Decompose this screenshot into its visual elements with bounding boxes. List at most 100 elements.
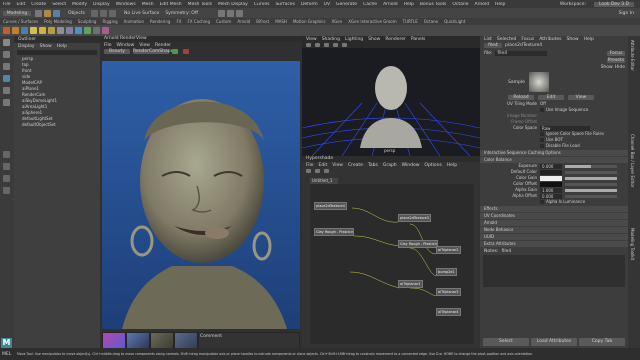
volume-icon[interactable]: [93, 27, 100, 34]
render-icon[interactable]: [3, 27, 10, 34]
alpha-offset-slider[interactable]: [565, 194, 617, 198]
side-tab[interactable]: Attribute Editor: [630, 40, 635, 130]
layout-single-icon[interactable]: [3, 151, 10, 158]
menu-item[interactable]: Display: [93, 2, 110, 7]
hypershade-menu-item[interactable]: Tabs: [368, 163, 378, 168]
shader-node[interactable]: aiTriplanar3: [436, 288, 461, 296]
smooth-shade-icon[interactable]: [315, 43, 320, 47]
snap-grid-icon[interactable]: [91, 9, 99, 17]
light-portal-icon[interactable]: [66, 27, 73, 34]
viewport-menu-item[interactable]: Panels: [411, 37, 425, 42]
paint-select-icon[interactable]: [3, 63, 10, 70]
menu-item[interactable]: Mesh Display: [218, 2, 248, 7]
hypershade-menu-item[interactable]: Create: [348, 163, 363, 168]
tab-place2dtexture[interactable]: place2dTexture4: [505, 43, 545, 48]
load-attributes-button[interactable]: Load Attributes: [531, 338, 577, 346]
textured-icon[interactable]: [324, 43, 329, 47]
edit-button[interactable]: Edit: [538, 94, 564, 100]
play-icon[interactable]: [172, 49, 178, 54]
color-offset-swatch[interactable]: [540, 181, 562, 187]
render-settings-icon[interactable]: [235, 9, 243, 17]
shelf-tab[interactable]: Rendering: [150, 19, 170, 24]
shelf-tab[interactable]: XGen Interactive Groom: [348, 19, 396, 24]
attr-menu-item[interactable]: Focus: [521, 37, 534, 42]
save-scene-icon[interactable]: [53, 9, 60, 17]
color-gain-slider[interactable]: [565, 176, 617, 180]
workspace-dropdown[interactable]: Look Dev 3 D: [594, 1, 634, 7]
shader-node[interactable]: aiTriplanar1: [398, 280, 423, 288]
viewport-menu-item[interactable]: Lighting: [345, 37, 363, 42]
shelf-tab[interactable]: Sculpting: [78, 19, 97, 24]
graph-icon[interactable]: [306, 169, 311, 173]
clear-graph-icon[interactable]: [315, 169, 320, 173]
outliner-menu-item[interactable]: Display: [18, 44, 35, 49]
select-tool-icon[interactable]: [3, 39, 10, 46]
viewport-menu-item[interactable]: Renderer: [385, 37, 406, 42]
default-color-swatch[interactable]: [540, 169, 562, 175]
section-extra[interactable]: Extra Attributes: [480, 241, 628, 247]
shelf-tab[interactable]: FX: [176, 19, 181, 24]
snap-point-icon[interactable]: [109, 9, 117, 17]
menu-item[interactable]: Edit Mesh: [160, 2, 182, 7]
objects-label[interactable]: Objects: [68, 11, 85, 16]
outliner-menu-item[interactable]: Show: [40, 44, 52, 49]
shelf-tab[interactable]: XGen: [331, 19, 342, 24]
attr-menu-item[interactable]: Attributes: [539, 37, 561, 42]
shelf-tab[interactable]: Bifrost: [256, 19, 269, 24]
shadows-icon[interactable]: [342, 43, 347, 47]
select-button[interactable]: Select: [483, 338, 529, 346]
layout-four-icon[interactable]: [3, 163, 10, 170]
mesh-light-icon[interactable]: [48, 27, 55, 34]
rearrange-icon[interactable]: [324, 169, 329, 173]
layout-outliner-icon[interactable]: [3, 187, 10, 194]
disable-load-checkbox[interactable]: [540, 144, 544, 148]
shelf-tab[interactable]: Motion Graphics: [293, 19, 326, 24]
menu-item[interactable]: Generate: [336, 2, 357, 7]
outliner-menu-item[interactable]: Help: [57, 44, 67, 49]
menu-item[interactable]: Edit: [17, 2, 26, 7]
hypershade-menu-item[interactable]: Graph: [383, 163, 397, 168]
arnold-menu-item[interactable]: File: [104, 43, 112, 48]
menu-item[interactable]: Arnold: [474, 2, 489, 7]
menu-item[interactable]: Help: [404, 2, 414, 7]
focus-button[interactable]: Focus: [607, 50, 625, 56]
viewport-scene[interactable]: persp: [301, 48, 481, 157]
shelf-tab[interactable]: Arnold: [237, 19, 250, 24]
aov-dropdown[interactable]: Beauty: [104, 49, 130, 54]
camera-dropdown[interactable]: RenderCamShape: [133, 49, 173, 54]
section-arnold[interactable]: Arnold: [480, 220, 628, 226]
menu-item[interactable]: Arnold: [383, 2, 398, 7]
shader-node[interactable]: place2dTexture4: [314, 202, 347, 210]
new-scene-icon[interactable]: [35, 9, 42, 17]
hypershade-menu-item[interactable]: File: [306, 163, 314, 168]
node-graph[interactable]: place2dTexture4 Clay Rough - Plasticine C…: [310, 184, 474, 344]
copy-tab-button[interactable]: Copy Tab: [579, 338, 625, 346]
hypershade-menu-item[interactable]: Options: [424, 163, 441, 168]
photometric-light-icon[interactable]: [57, 27, 64, 34]
shelf-tab[interactable]: Octane: [424, 19, 438, 24]
alpha-lum-checkbox[interactable]: [540, 200, 544, 204]
hypershade-menu-item[interactable]: Window: [402, 163, 420, 168]
stop-icon[interactable]: [183, 49, 189, 54]
shelf-tab[interactable]: Rigging: [102, 19, 117, 24]
shelf-tab[interactable]: Custom: [216, 19, 231, 24]
color-offset-slider[interactable]: [565, 182, 617, 186]
attr-menu-item[interactable]: Help: [584, 37, 594, 42]
physical-sky-icon[interactable]: [75, 27, 82, 34]
shelf-tab[interactable]: MASH: [275, 19, 287, 24]
sign-in-label[interactable]: Sign In: [619, 11, 634, 16]
menu-item[interactable]: Mesh: [142, 2, 154, 7]
default-color-slider[interactable]: [565, 170, 617, 174]
wireframe-icon[interactable]: [306, 43, 311, 47]
menu-item[interactable]: Select: [52, 2, 66, 7]
attr-menu-item[interactable]: Show: [566, 37, 578, 42]
menu-item[interactable]: Help: [495, 2, 505, 7]
menu-item[interactable]: Bonus Tools: [420, 2, 446, 7]
section-interactive[interactable]: Interactive Sequence Caching Options: [480, 150, 628, 156]
side-tab[interactable]: Modeling Toolkit: [630, 228, 635, 318]
menu-item[interactable]: Cache: [363, 2, 377, 7]
notes-area[interactable]: [483, 255, 625, 287]
shader-icon[interactable]: [102, 27, 109, 34]
shader-node[interactable]: bump2d1: [436, 268, 457, 276]
shelf-tab[interactable]: Poly Modeling: [44, 19, 72, 24]
